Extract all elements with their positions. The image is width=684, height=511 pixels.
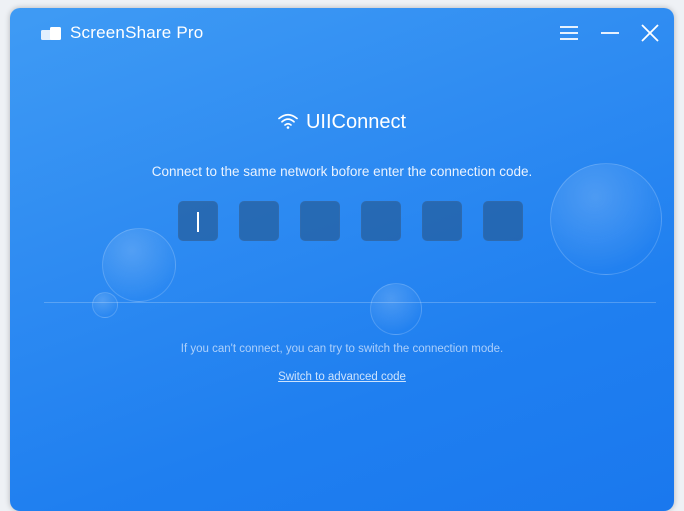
decorative-bubble xyxy=(102,228,176,302)
code-digit-box[interactable] xyxy=(422,201,462,241)
code-digit-box[interactable] xyxy=(300,201,340,241)
connect-header: UIIConnect xyxy=(10,111,674,134)
code-digit-box[interactable] xyxy=(361,201,401,241)
code-digit-box[interactable] xyxy=(178,201,218,241)
decorative-bubble xyxy=(370,283,422,335)
decorative-bubble xyxy=(550,163,662,275)
code-digit-box[interactable] xyxy=(239,201,279,241)
switch-to-advanced-code-link[interactable]: Switch to advanced code xyxy=(278,371,406,383)
connect-title: UIIConnect xyxy=(305,111,407,133)
connect-instruction: Connect to the same network bofore enter… xyxy=(151,164,533,179)
switch-link-row: Switch to advanced code xyxy=(10,371,674,383)
screen-share-logo-icon xyxy=(41,27,61,40)
connection-hint: If you can't connect, you can try to swi… xyxy=(180,343,504,355)
hamburger-menu-icon[interactable] xyxy=(556,20,582,46)
decorative-bubble xyxy=(92,292,118,318)
close-icon[interactable] xyxy=(637,20,663,46)
minimize-icon[interactable] xyxy=(597,20,623,46)
section-divider xyxy=(44,302,656,303)
wifi-icon xyxy=(278,113,298,129)
title-bar[interactable]: ScreenShare Pro xyxy=(10,8,674,58)
app-title: ScreenShare Pro xyxy=(70,23,204,42)
app-window: ScreenShare Pro UIIConnect Connect to th… xyxy=(10,8,674,511)
code-digit-box[interactable] xyxy=(483,201,523,241)
